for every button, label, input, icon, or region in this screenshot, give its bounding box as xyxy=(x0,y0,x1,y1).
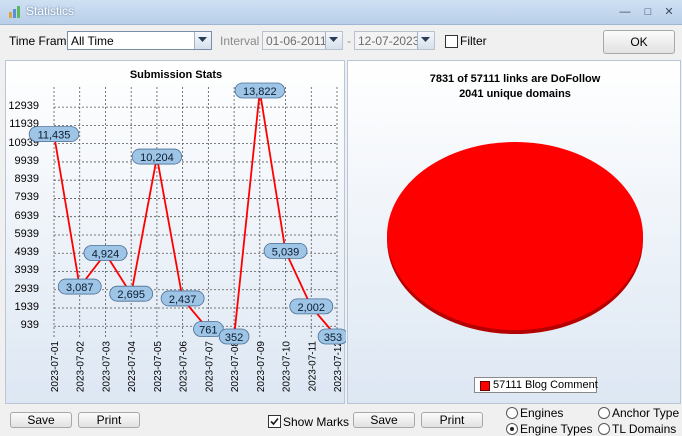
time-frame-value: All Time xyxy=(71,34,114,48)
data-label: 3,087 xyxy=(66,282,94,294)
date-to-picker[interactable]: 12-07-2023 xyxy=(354,31,435,50)
title-bar: Statistics — □ ✕ xyxy=(0,0,682,25)
pie-chart xyxy=(387,142,643,334)
pie-legend: 57111 Blog Comment xyxy=(474,377,598,393)
date-from-value: 01-06-2011 xyxy=(266,34,327,48)
app-icon xyxy=(9,6,20,18)
x-tick-label: 2023-07-03 xyxy=(101,341,112,393)
x-tick-label: 2023-07-11 xyxy=(307,341,318,392)
filter-checkbox[interactable] xyxy=(445,35,458,48)
data-label: 2,695 xyxy=(117,289,145,301)
x-tick-label: 2023-07-09 xyxy=(256,341,267,393)
data-label: 353 xyxy=(324,332,342,344)
x-tick-label: 2023-07-12 xyxy=(333,341,344,393)
engine-types-radio-label: Engine Types xyxy=(520,422,593,436)
domain-stats-panel: 7831 of 57111 links are DoFollow 2041 un… xyxy=(347,60,681,404)
pie-save-button[interactable]: Save xyxy=(353,412,415,428)
date-separator: - xyxy=(347,34,351,48)
engines-radio[interactable] xyxy=(506,407,518,419)
pie-print-button[interactable]: Print xyxy=(421,412,483,428)
filter-label: Filter xyxy=(460,34,487,48)
x-tick-label: 2023-07-04 xyxy=(127,341,138,393)
interval-label: Interval xyxy=(220,34,260,48)
maximize-button[interactable]: □ xyxy=(640,5,656,19)
x-tick-label: 2023-07-10 xyxy=(282,341,293,393)
engines-radio-label: Engines xyxy=(520,406,564,420)
line-print-button[interactable]: Print xyxy=(78,412,140,428)
window-title: Statistics xyxy=(26,4,75,18)
date-to-value: 12-07-2023 xyxy=(358,34,420,48)
ok-button[interactable]: OK xyxy=(603,30,675,54)
x-tick-label: 2023-07-06 xyxy=(179,341,190,393)
close-button[interactable]: ✕ xyxy=(661,5,677,19)
show-marks-label: Show Marks xyxy=(283,415,350,429)
anchor-type-radio-label: Anchor Type xyxy=(612,406,680,420)
data-label: 4,924 xyxy=(92,249,120,261)
date-from-picker[interactable]: 01-06-2011 xyxy=(262,31,343,50)
time-frame-select[interactable]: All Time xyxy=(67,31,212,50)
x-tick-label: 2023-07-05 xyxy=(153,341,164,393)
legend-label: 57111 Blog Comment xyxy=(493,379,598,391)
legend-swatch xyxy=(480,381,490,391)
time-frame-label: Time Frame xyxy=(9,34,74,48)
chevron-down-icon[interactable] xyxy=(325,32,342,49)
minimize-button[interactable]: — xyxy=(617,5,633,19)
line-chart: 2023-07-01 2023-07-02 2023-07-03 2023-07-04… xyxy=(28,82,346,393)
data-label: 13,822 xyxy=(243,86,277,98)
pie-slice xyxy=(387,142,643,330)
show-marks-checkbox[interactable] xyxy=(268,415,281,428)
x-tick-label: 2023-07-02 xyxy=(76,341,87,393)
line-save-button[interactable]: Save xyxy=(10,412,72,428)
engine-types-radio[interactable] xyxy=(506,423,518,435)
x-tick-label: 2023-07-01 xyxy=(50,341,61,393)
data-label: 5,039 xyxy=(272,246,300,258)
tl-domains-radio-label: TL Domains xyxy=(612,422,677,436)
data-label: 352 xyxy=(225,332,243,344)
data-label: 2,002 xyxy=(298,302,326,314)
anchor-type-radio[interactable] xyxy=(598,407,610,419)
tl-domains-radio[interactable] xyxy=(598,423,610,435)
submission-stats-panel: Submission Stats 939 1939 2939 3939 4939 5939… xyxy=(5,60,346,404)
chevron-down-icon[interactable] xyxy=(417,32,434,49)
check-icon xyxy=(270,417,279,426)
x-tick-label: 2023-07-07 xyxy=(204,341,215,393)
data-label: 761 xyxy=(199,325,217,337)
chevron-down-icon[interactable] xyxy=(194,32,211,49)
data-label: 11,435 xyxy=(38,130,71,142)
x-tick-label: 2023-07-08 xyxy=(230,341,241,393)
data-label: 2,437 xyxy=(169,294,197,306)
data-label: 10,204 xyxy=(140,152,174,164)
